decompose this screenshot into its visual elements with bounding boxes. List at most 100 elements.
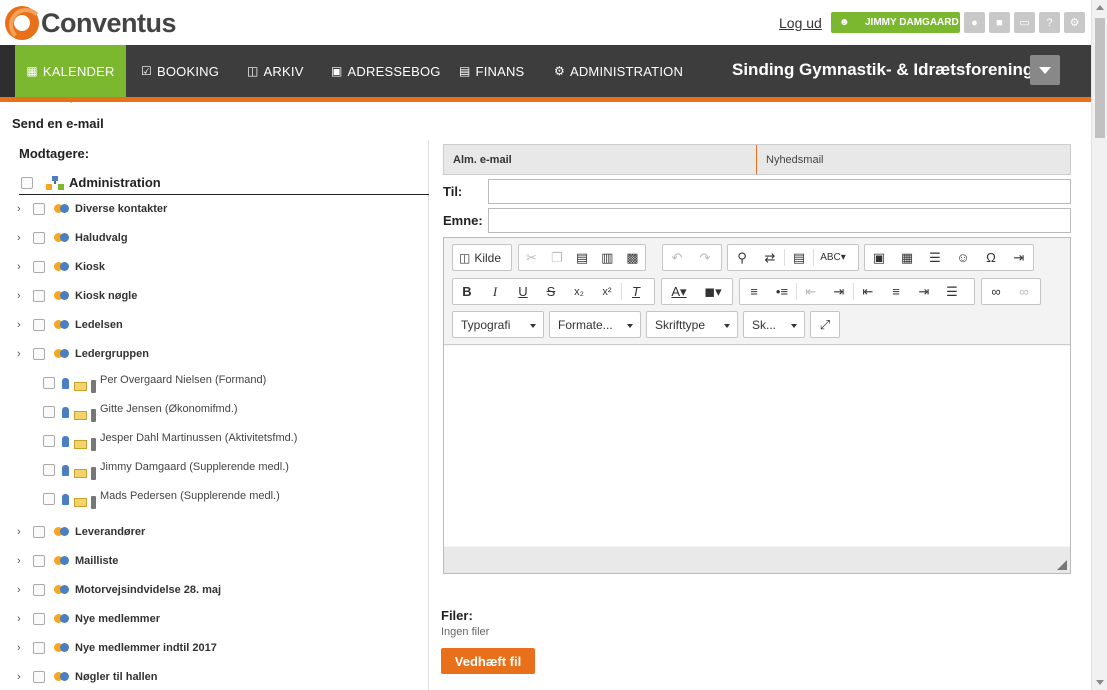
monitor-icon[interactable]: ▭ (1014, 12, 1035, 33)
cut-icon[interactable]: ✂ (519, 245, 544, 270)
chevron-right-icon[interactable]: › (17, 261, 27, 273)
unlink-icon[interactable]: ∞ (1010, 279, 1038, 304)
tab-nyhedsmail[interactable]: Nyhedsmail (757, 145, 1070, 174)
tree-group[interactable]: › Ledelsen (17, 315, 123, 335)
settings-icon[interactable]: ⚙ (1064, 12, 1085, 33)
member-row[interactable]: Mads Pedersen (Supplerende medl.) (43, 488, 280, 510)
align-right-icon[interactable]: ⇥ (910, 279, 938, 304)
superscript-icon[interactable]: x² (593, 279, 621, 304)
tree-group[interactable]: › Kiosk nøgle (17, 286, 137, 306)
replace-icon[interactable]: ⇄ (756, 245, 784, 270)
chevron-right-icon[interactable]: › (17, 642, 27, 654)
spellcheck-icon[interactable]: ABC▾ (814, 245, 852, 270)
member-checkbox[interactable] (43, 406, 55, 418)
outdent-icon[interactable]: ⇤ (797, 279, 825, 304)
attach-file-button[interactable]: Vedhæft fil (441, 648, 535, 674)
tree-group[interactable]: › Mailliste (17, 551, 118, 571)
nav-adressebog[interactable]: ▣ ADRESSEBOG (331, 45, 441, 97)
undo-icon[interactable]: ↶ (663, 245, 691, 270)
group-checkbox[interactable] (33, 348, 45, 360)
tree-group[interactable]: › Motorvejsindvidelse 28. maj (17, 580, 221, 600)
help-icon[interactable]: ? (1039, 12, 1060, 33)
image-icon[interactable]: ▣ (865, 245, 893, 270)
member-row[interactable]: Jesper Dahl Martinussen (Aktivitetsfmd.) (43, 430, 297, 452)
paste-text-icon[interactable]: ▥ (595, 245, 620, 270)
tree-group[interactable]: › Ledergruppen (17, 344, 149, 364)
tree-group[interactable]: › Nøgler til hallen (17, 667, 158, 687)
link-icon[interactable]: ∞ (982, 279, 1010, 304)
table-icon[interactable]: ▦ (893, 245, 921, 270)
nav-kalender[interactable]: ▦ KALENDER (15, 45, 126, 103)
format-combo[interactable]: Formate... (549, 311, 641, 338)
tree-group[interactable]: › Nye medlemmer indtil 2017 (17, 638, 217, 658)
source-button[interactable]: ◫ Kilde (453, 251, 501, 265)
bg-color-icon[interactable]: ◼▾ (696, 279, 730, 304)
numbered-list-icon[interactable]: ≡ (740, 279, 768, 304)
italic-icon[interactable]: I (481, 279, 509, 304)
scroll-up-icon[interactable] (1096, 5, 1104, 10)
chevron-right-icon[interactable]: › (17, 555, 27, 567)
group-checkbox[interactable] (33, 642, 45, 654)
chevron-right-icon[interactable]: › (17, 584, 27, 596)
group-checkbox[interactable] (33, 671, 45, 683)
text-color-icon[interactable]: A▾ (662, 279, 696, 304)
editor-content[interactable] (444, 346, 1070, 546)
scroll-down-icon[interactable] (1096, 680, 1104, 685)
paste-word-icon[interactable]: ▩ (620, 245, 645, 270)
chevron-right-icon[interactable]: › (17, 526, 27, 538)
logout-link[interactable]: Log ud (779, 15, 822, 31)
group-checkbox[interactable] (33, 555, 45, 567)
bank-icon[interactable]: ■ (989, 12, 1010, 33)
member-checkbox[interactable] (43, 493, 55, 505)
underline-icon[interactable]: U (509, 279, 537, 304)
style-combo[interactable]: Typografi (452, 311, 544, 338)
bold-icon[interactable]: B (453, 279, 481, 304)
indent-icon[interactable]: ⇥ (825, 279, 853, 304)
paste-icon[interactable]: ▤ (569, 245, 594, 270)
root-checkbox[interactable] (21, 176, 33, 189)
align-left-icon[interactable]: ⇤ (854, 279, 882, 304)
nav-booking[interactable]: ☑ BOOKING (141, 45, 219, 97)
group-checkbox[interactable] (33, 319, 45, 331)
font-combo[interactable]: Skrifttype (646, 311, 738, 338)
group-checkbox[interactable] (33, 261, 45, 273)
subject-input[interactable] (488, 208, 1071, 233)
resize-handle-icon[interactable] (1057, 560, 1067, 570)
member-row[interactable]: Jimmy Damgaard (Supplerende medl.) (43, 459, 289, 481)
group-checkbox[interactable] (33, 584, 45, 596)
nav-administration[interactable]: ⚙ ADMINISTRATION (554, 45, 683, 97)
redo-icon[interactable]: ↷ (691, 245, 719, 270)
align-justify-icon[interactable]: ☰ (938, 279, 966, 304)
horizontal-line-icon[interactable]: ☰ (921, 245, 949, 270)
chevron-right-icon[interactable]: › (17, 613, 27, 625)
to-input[interactable] (488, 179, 1071, 204)
chat-icon[interactable]: ● (964, 12, 985, 33)
org-dropdown-button[interactable] (1030, 55, 1060, 85)
chevron-right-icon[interactable]: › (17, 203, 27, 215)
align-center-icon[interactable]: ≡ (882, 279, 910, 304)
chevron-right-icon[interactable]: › (17, 671, 27, 683)
group-checkbox[interactable] (33, 526, 45, 538)
group-checkbox[interactable] (33, 290, 45, 302)
tree-group[interactable]: › Kiosk (17, 257, 105, 277)
fontsize-combo[interactable]: Sk... (743, 311, 805, 338)
page-break-icon[interactable]: ⇥ (1005, 245, 1033, 270)
special-char-icon[interactable]: Ω (977, 245, 1005, 270)
tree-group[interactable]: › Haludvalg (17, 228, 128, 248)
nav-arkiv[interactable]: ◫ ARKIV (247, 45, 304, 97)
chevron-right-icon[interactable]: › (17, 232, 27, 244)
tree-group[interactable]: › Leverandører (17, 522, 145, 542)
user-button[interactable]: ☻ JIMMY DAMGAARD (831, 12, 960, 33)
member-row[interactable]: Gitte Jensen (Økonomifmd.) (43, 401, 238, 423)
subscript-icon[interactable]: x₂ (565, 279, 593, 304)
strike-icon[interactable]: S (537, 279, 565, 304)
chevron-right-icon[interactable]: › (17, 290, 27, 302)
member-checkbox[interactable] (43, 464, 55, 476)
group-checkbox[interactable] (33, 203, 45, 215)
page-scrollbar[interactable] (1091, 0, 1107, 690)
select-all-icon[interactable]: ▤ (785, 245, 813, 270)
tree-group[interactable]: › Diverse kontakter (17, 199, 167, 219)
chevron-right-icon[interactable]: › (17, 319, 27, 331)
nav-finans[interactable]: ▤ FINANS (459, 45, 524, 97)
find-icon[interactable]: ⚲ (728, 245, 756, 270)
